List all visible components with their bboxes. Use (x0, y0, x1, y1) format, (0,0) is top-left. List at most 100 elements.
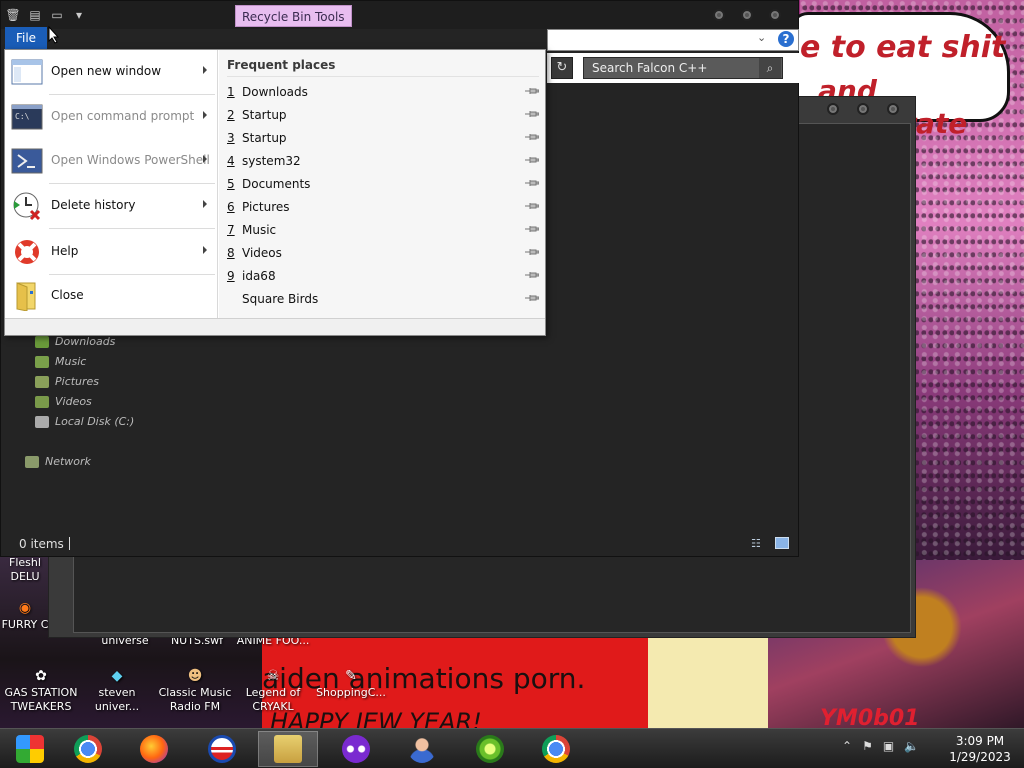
taskbar-app-chrome-2[interactable] (526, 731, 586, 767)
firefox-icon (140, 735, 168, 763)
frequent-place-item[interactable]: 3 Startup (227, 127, 545, 150)
access-key-number: 4 (227, 154, 235, 168)
frequent-place-item[interactable]: 6 Pictures (227, 196, 545, 219)
frequent-place-item[interactable]: 5 Documents (227, 173, 545, 196)
recycle-bin-tools-tab[interactable]: Recycle Bin Tools (235, 5, 352, 27)
taskbar: ⌃ ⚑ ▣ 🔈 3:09 PM 1/29/2023 (0, 728, 1024, 768)
desktop-icon-classic-music[interactable]: ☻ Classic Music Radio FM (154, 668, 236, 714)
frequent-place-name: ida68 (242, 269, 276, 283)
wallpaper-text-top: e to eat shit (800, 30, 1006, 65)
frequent-place-item[interactable]: 2 Startup (227, 104, 545, 127)
taskbar-app-file-explorer[interactable] (258, 731, 318, 767)
taskbar-app-chrome[interactable] (58, 731, 118, 767)
frequent-place-item[interactable]: 9 ida68 (227, 265, 545, 288)
frequent-place-item[interactable]: 4 system32 (227, 150, 545, 173)
refresh-button[interactable]: ↻ (551, 57, 573, 79)
desktop-icon-cryakl[interactable]: ☠ Legend of CRYAKL (232, 668, 314, 714)
pin-icon[interactable] (525, 86, 539, 96)
file-tab[interactable]: File (5, 27, 47, 49)
minimize-button[interactable] (827, 103, 839, 115)
videos-folder-icon (35, 396, 49, 408)
taskbar-app-person[interactable] (392, 731, 452, 767)
chevron-down-icon[interactable]: ▾ (71, 7, 87, 23)
menu-item-label: Help (51, 244, 79, 258)
large-icons-view-icon[interactable] (775, 537, 789, 549)
menu-item-label: Open new window (51, 64, 162, 78)
chevron-right-icon (203, 200, 207, 208)
downloads-folder-icon (35, 336, 49, 348)
new-folder-icon[interactable]: ▭ (49, 7, 65, 23)
minimize-button[interactable] (713, 9, 725, 21)
show-hidden-icons-icon[interactable]: ⌃ (842, 739, 852, 753)
open-command-prompt-item[interactable]: C:\ Open command prompt (5, 95, 218, 139)
pin-icon[interactable] (525, 201, 539, 211)
action-center-flag-icon[interactable]: ⚑ (862, 739, 873, 753)
nav-item-pictures[interactable]: Pictures (35, 373, 99, 391)
pin-icon[interactable] (525, 155, 539, 165)
network-icon[interactable]: ▣ (883, 739, 894, 753)
close-item[interactable]: Close (5, 274, 218, 318)
desktop-icon-gas-station[interactable]: ✿ GAS STATION TWEAKERS (0, 668, 82, 714)
search-icon[interactable]: ⌕ (759, 58, 781, 78)
system-clock[interactable]: 3:09 PM 1/29/2023 (945, 733, 1015, 765)
frequent-place-item[interactable]: 7 Music (227, 219, 545, 242)
help-item[interactable]: Help (5, 230, 218, 274)
delete-history-item[interactable]: Delete history (5, 184, 218, 228)
desktop-icon-steven[interactable]: ◆ steven univer... (76, 668, 158, 714)
file-explorer-icon (274, 735, 302, 763)
pin-icon[interactable] (525, 109, 539, 119)
nav-item-local-disk[interactable]: Local Disk (C:) (35, 413, 134, 431)
mouse-cursor-icon (48, 26, 60, 44)
mask-icon (342, 735, 370, 763)
frequent-place-item[interactable]: 1 Downloads (227, 81, 545, 104)
delete-history-icon (13, 192, 41, 221)
menu-item-label: Open command prompt (51, 109, 195, 123)
recycle-bin-icon[interactable]: 🗑 (5, 7, 21, 23)
taskbar-app-chrome-colorful[interactable] (0, 731, 60, 767)
frequent-place-name: Videos (242, 246, 282, 260)
maximize-button[interactable] (741, 9, 753, 21)
maximize-button[interactable] (857, 103, 869, 115)
access-key-number: 2 (227, 108, 235, 122)
access-key-number: 8 (227, 246, 235, 260)
title-bar[interactable]: 🗑 ▤ ▭ ▾ Recycle Bin Tools (1, 1, 798, 29)
access-key-number: 3 (227, 131, 235, 145)
nav-item-videos[interactable]: Videos (35, 393, 92, 411)
taskbar-app-mask[interactable] (326, 731, 386, 767)
desktop-icon-furry[interactable]: ◉ FURRY C (0, 600, 50, 632)
close-button[interactable] (769, 9, 781, 21)
close-button[interactable] (887, 103, 899, 115)
nav-item-label: Pictures (55, 375, 100, 388)
pin-icon[interactable] (525, 178, 539, 188)
frequent-place-name: Pictures (242, 200, 290, 214)
taskbar-app-lime[interactable] (460, 731, 520, 767)
nav-item-music[interactable]: Music (35, 353, 86, 371)
pin-icon[interactable] (525, 293, 539, 303)
taskbar-app-firefox[interactable] (124, 731, 184, 767)
open-powershell-item[interactable]: Open Windows PowerShell (5, 139, 218, 183)
pin-icon[interactable] (525, 270, 539, 280)
details-view-icon[interactable]: ☷ (751, 537, 767, 551)
pin-icon[interactable] (525, 224, 539, 234)
properties-icon[interactable]: ▤ (27, 7, 43, 23)
status-bar: 0 items ☷ (1, 531, 798, 557)
chevron-down-icon[interactable]: ⌄ (757, 31, 771, 47)
desktop-icon-shopping[interactable]: ✎ ShoppingC... (310, 668, 392, 700)
frequent-place-item[interactable]: 8 Videos (227, 242, 545, 265)
help-icon[interactable]: ? (778, 31, 794, 47)
nav-item-network[interactable]: Network (25, 453, 91, 471)
nav-item-label: Videos (55, 395, 92, 408)
frequent-place-item[interactable]: Square Birds (227, 288, 545, 311)
taskbar-app-obama-logo[interactable] (192, 731, 252, 767)
nav-item-label: Music (55, 355, 87, 368)
open-new-window-item[interactable]: Open new window (5, 50, 218, 94)
desktop-icon-fleshl[interactable]: Fleshl DELU (0, 556, 50, 584)
menu-item-label: Close (51, 288, 84, 302)
pin-icon[interactable] (525, 132, 539, 142)
volume-icon[interactable]: 🔈 (904, 739, 919, 753)
search-input[interactable]: Search Falcon C++ (583, 57, 783, 79)
chevron-right-icon (203, 111, 207, 119)
pin-icon[interactable] (525, 247, 539, 257)
desktop-icon-label: Legend of CRYAKL (245, 686, 301, 713)
access-key-number: 1 (227, 85, 235, 99)
